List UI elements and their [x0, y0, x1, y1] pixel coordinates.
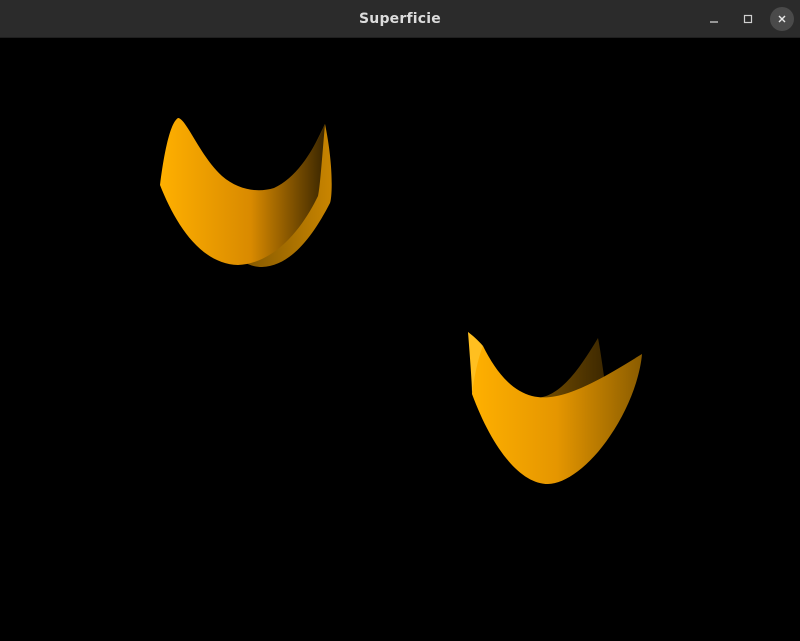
- minimize-icon[interactable]: [702, 7, 726, 31]
- close-icon[interactable]: [770, 7, 794, 31]
- maximize-icon[interactable]: [736, 7, 760, 31]
- app-window: Superficie: [0, 0, 800, 637]
- render-canvas[interactable]: [0, 38, 800, 637]
- window-title: Superficie: [359, 10, 441, 27]
- saddle-surface-2: [468, 332, 642, 484]
- scene-svg: [160, 118, 642, 484]
- title-bar[interactable]: Superficie: [0, 0, 800, 38]
- saddle-surface-1: [160, 118, 332, 267]
- surface-2-front: [472, 346, 642, 484]
- window-controls: [702, 0, 794, 38]
